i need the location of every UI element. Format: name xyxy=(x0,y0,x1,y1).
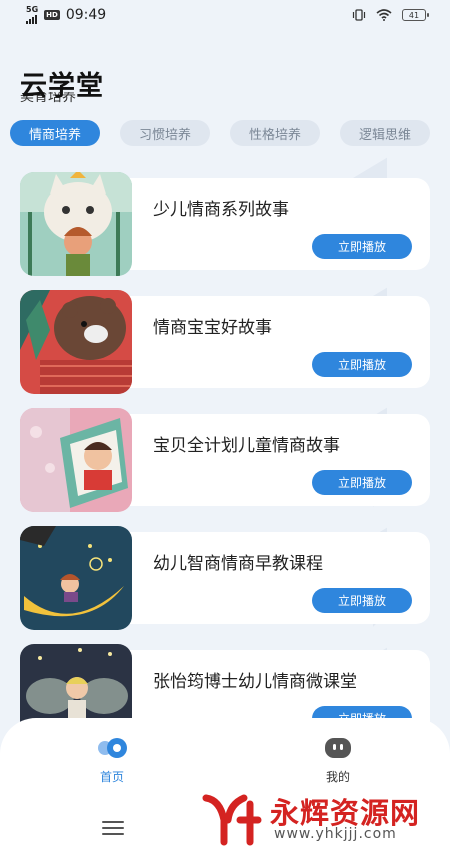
tab-emotional[interactable]: 情商培养 xyxy=(10,120,100,146)
status-time: 09:49 xyxy=(65,7,107,23)
watermark: 永辉资源网 www.yhkjjj.com xyxy=(200,790,440,846)
status-bar: 5G HD 09:49 41 xyxy=(0,0,450,30)
vibrate-icon xyxy=(352,9,366,21)
play-button[interactable]: 立即播放 xyxy=(312,470,412,495)
course-title: 宝贝全计划儿童情商故事 xyxy=(153,436,340,456)
course-item[interactable]: 宝贝全计划儿童情商故事 立即播放 xyxy=(20,408,450,516)
course-item[interactable]: 幼儿智商情商早教课程 立即播放 xyxy=(20,526,450,634)
course-thumbnail[interactable] xyxy=(20,172,132,276)
hd-badge: HD xyxy=(44,10,60,20)
battery-icon: 41 xyxy=(402,9,429,21)
course-thumbnail[interactable] xyxy=(20,290,132,394)
category-tabs: 情商培养 习惯培养 性格培养 逻辑思维 xyxy=(10,120,440,148)
signal-icon xyxy=(26,14,37,24)
course-thumbnail[interactable] xyxy=(20,408,132,512)
course-title: 张怡筠博士幼儿情商微课堂 xyxy=(153,672,357,692)
course-item[interactable]: 少儿情商系列故事 立即播放 xyxy=(20,172,450,280)
page-title: 云学堂 xyxy=(20,71,104,102)
tab-personality[interactable]: 性格培养 xyxy=(230,120,320,146)
tab-mine[interactable]: 我的 xyxy=(298,736,378,785)
profile-icon xyxy=(325,738,351,758)
course-title: 少儿情商系列故事 xyxy=(153,200,289,220)
watermark-logo xyxy=(202,794,262,846)
tab-home-label: 首页 xyxy=(99,770,124,784)
play-button[interactable]: 立即播放 xyxy=(312,588,412,613)
tab-logic[interactable]: 逻辑思维 xyxy=(340,120,430,146)
play-button[interactable]: 立即播放 xyxy=(312,352,412,377)
home-icon xyxy=(98,738,127,758)
battery-level: 41 xyxy=(408,10,420,20)
network-indicator: 5G xyxy=(26,6,38,24)
watermark-url: www.yhkjjj.com xyxy=(274,826,397,842)
tab-home[interactable]: 首页 xyxy=(72,736,152,785)
course-thumbnail[interactable] xyxy=(20,526,132,630)
course-title: 情商宝宝好故事 xyxy=(153,318,272,338)
tab-mine-label: 我的 xyxy=(325,770,350,784)
menu-icon[interactable] xyxy=(102,821,124,835)
wifi-icon xyxy=(376,9,392,21)
play-button[interactable]: 立即播放 xyxy=(312,234,412,259)
tab-habits[interactable]: 习惯培养 xyxy=(120,120,210,146)
course-item[interactable]: 情商宝宝好故事 立即播放 xyxy=(20,290,450,398)
network-type: 5G xyxy=(26,5,39,14)
course-title: 幼儿智商情商早教课程 xyxy=(153,554,323,574)
